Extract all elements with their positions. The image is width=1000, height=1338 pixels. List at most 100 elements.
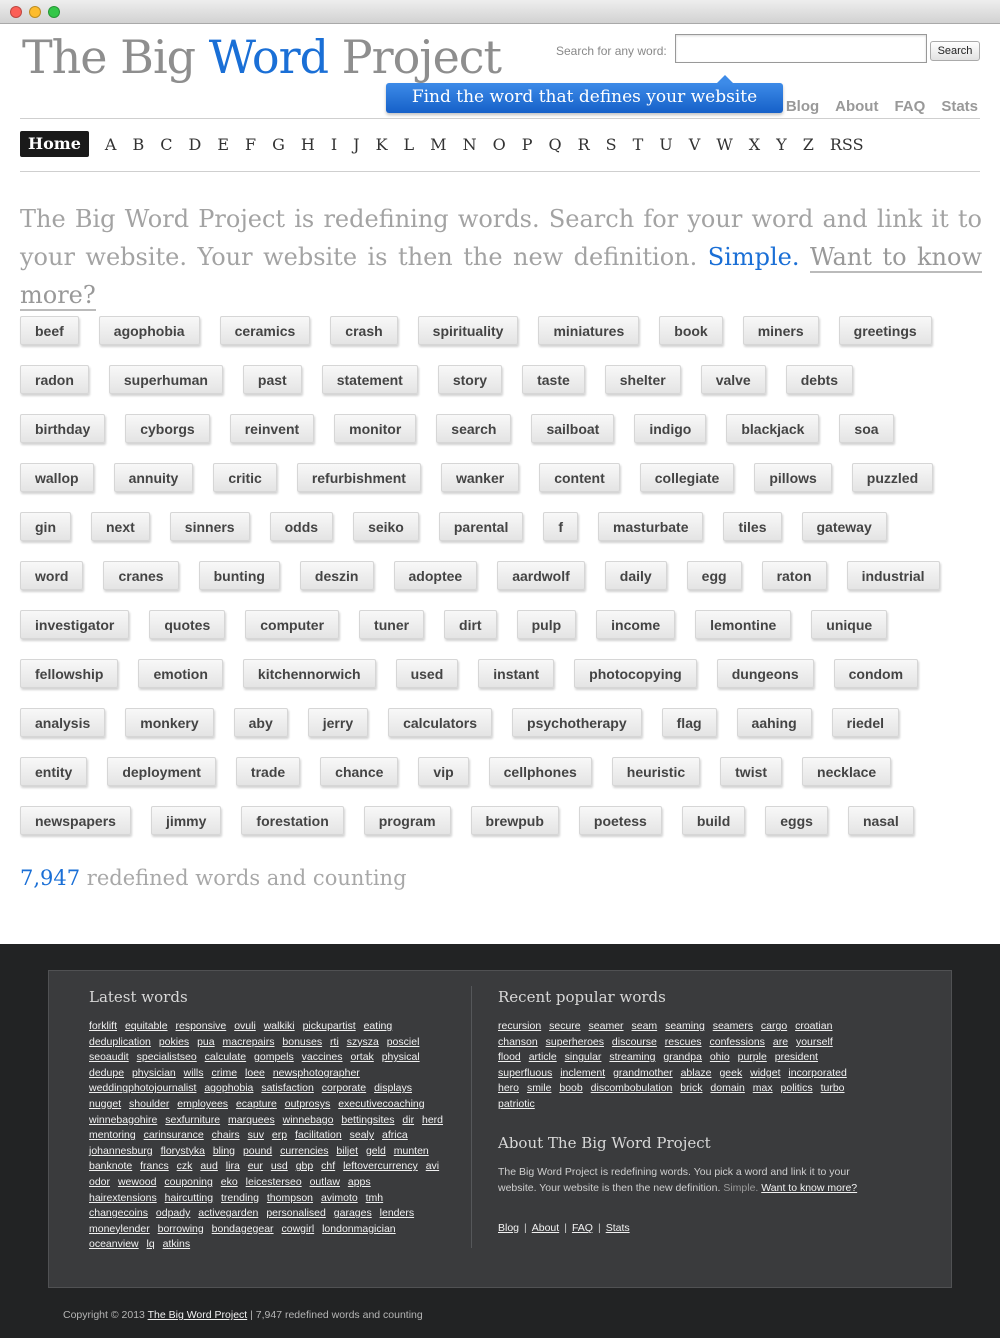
word-button[interactable]: trade: [235, 757, 301, 786]
word-button[interactable]: jimmy: [150, 806, 222, 835]
word-button[interactable]: riedel: [831, 708, 900, 737]
letter-x[interactable]: X: [749, 135, 760, 154]
footer-word-link[interactable]: winnebago: [283, 1114, 334, 1126]
word-button[interactable]: necklace: [802, 757, 892, 786]
footer-word-link[interactable]: eur: [248, 1160, 263, 1172]
word-button[interactable]: seiko: [353, 512, 419, 541]
word-button[interactable]: deployment: [107, 757, 216, 786]
word-button[interactable]: computer: [245, 610, 340, 639]
footer-word-link[interactable]: banknote: [89, 1160, 132, 1172]
letter-u[interactable]: U: [659, 135, 672, 154]
footer-word-link[interactable]: mentoring: [89, 1129, 136, 1141]
footer-word-link[interactable]: corporate: [322, 1082, 366, 1094]
footer-word-link[interactable]: ablaze: [681, 1067, 712, 1079]
footer-word-link[interactable]: ecapture: [236, 1098, 277, 1110]
letter-p[interactable]: P: [522, 135, 533, 154]
footer-word-link[interactable]: bettingsites: [341, 1114, 394, 1126]
footer-word-link[interactable]: londonmagician: [322, 1223, 396, 1235]
word-button[interactable]: entity: [20, 757, 88, 786]
word-button[interactable]: wanker: [440, 463, 520, 492]
footer-word-link[interactable]: macrepairs: [223, 1036, 275, 1048]
word-button[interactable]: f: [543, 512, 579, 541]
footer-word-link[interactable]: brick: [680, 1082, 702, 1094]
word-button[interactable]: critic: [213, 463, 277, 492]
word-button[interactable]: pulp: [516, 610, 577, 639]
footer-word-link[interactable]: cargo: [761, 1020, 787, 1032]
letter-h[interactable]: H: [301, 135, 315, 154]
letter-s[interactable]: S: [606, 135, 617, 154]
word-button[interactable]: collegiate: [639, 463, 735, 492]
footer-word-link[interactable]: czk: [177, 1160, 193, 1172]
letter-c[interactable]: C: [160, 135, 172, 154]
word-button[interactable]: crash: [330, 316, 398, 345]
footer-word-link[interactable]: suv: [248, 1129, 264, 1141]
word-button[interactable]: dirt: [444, 610, 497, 639]
word-button[interactable]: calculators: [388, 708, 493, 737]
word-button[interactable]: beef: [20, 316, 79, 345]
letter-v[interactable]: V: [689, 135, 701, 154]
footer-word-link[interactable]: ortak: [350, 1051, 373, 1063]
word-button[interactable]: raton: [761, 561, 827, 590]
word-button[interactable]: tuner: [359, 610, 425, 639]
footer-word-link[interactable]: president: [775, 1051, 818, 1063]
footer-word-link[interactable]: displays: [374, 1082, 412, 1094]
footer-word-link[interactable]: widget: [750, 1067, 780, 1079]
footer-word-link[interactable]: johannesburg: [89, 1145, 153, 1157]
nav-link-stats[interactable]: Stats: [941, 98, 978, 115]
letter-i[interactable]: I: [331, 135, 337, 154]
word-button[interactable]: statement: [321, 365, 418, 394]
word-button[interactable]: lemontine: [695, 610, 792, 639]
zoom-window-button[interactable]: [48, 6, 60, 18]
footer-word-link[interactable]: streaming: [609, 1051, 655, 1063]
word-button[interactable]: instant: [478, 659, 555, 688]
footer-word-link[interactable]: discourse: [612, 1036, 657, 1048]
footer-word-link[interactable]: purple: [738, 1051, 767, 1063]
footer-word-link[interactable]: forklift: [89, 1020, 117, 1032]
word-button[interactable]: monitor: [334, 414, 417, 443]
footer-word-link[interactable]: geek: [719, 1067, 742, 1079]
word-button[interactable]: dungeons: [716, 659, 814, 688]
nav-link-about[interactable]: About: [835, 98, 878, 115]
footer-word-link[interactable]: erp: [272, 1129, 287, 1141]
word-button[interactable]: flag: [661, 708, 717, 737]
footer-word-link[interactable]: geld: [366, 1145, 386, 1157]
word-button[interactable]: unique: [811, 610, 888, 639]
footer-word-link[interactable]: seamers: [713, 1020, 753, 1032]
footer-word-link[interactable]: grandpa: [663, 1051, 702, 1063]
copyright-link[interactable]: The Big Word Project: [148, 1309, 248, 1321]
footer-word-link[interactable]: seam: [631, 1020, 657, 1032]
footer-word-link[interactable]: changecoins: [89, 1207, 148, 1219]
footer-word-link[interactable]: yourself: [796, 1036, 833, 1048]
letter-f[interactable]: F: [245, 135, 256, 154]
footer-word-link[interactable]: haircutting: [165, 1192, 213, 1204]
footer-word-link[interactable]: responsive: [175, 1020, 226, 1032]
footer-word-link[interactable]: apps: [348, 1176, 371, 1188]
footer-word-link[interactable]: borrowing: [158, 1223, 204, 1235]
word-button[interactable]: indigo: [634, 414, 707, 443]
footer-word-link[interactable]: winnebagohire: [89, 1114, 157, 1126]
letter-l[interactable]: L: [404, 135, 415, 154]
footer-word-link[interactable]: pickupartist: [303, 1020, 356, 1032]
footer-word-link[interactable]: crime: [211, 1067, 237, 1079]
footer-word-link[interactable]: moneylender: [89, 1223, 150, 1235]
footer-word-link[interactable]: employees: [177, 1098, 228, 1110]
footer-word-link[interactable]: florystyka: [161, 1145, 205, 1157]
word-button[interactable]: valve: [700, 365, 766, 394]
letter-w[interactable]: W: [716, 135, 732, 154]
letter-j[interactable]: J: [353, 135, 359, 154]
word-button[interactable]: agophobia: [98, 316, 200, 345]
word-button[interactable]: sinners: [169, 512, 250, 541]
letter-g[interactable]: G: [272, 135, 285, 154]
footer-word-link[interactable]: oceanview: [89, 1238, 139, 1250]
footer-word-link[interactable]: avi: [426, 1160, 439, 1172]
word-button[interactable]: past: [242, 365, 302, 394]
footer-word-link[interactable]: garages: [334, 1207, 372, 1219]
footer-word-link[interactable]: turbo: [821, 1082, 845, 1094]
footer-word-link[interactable]: specialistseo: [137, 1051, 197, 1063]
word-button[interactable]: aby: [233, 708, 288, 737]
word-button[interactable]: poetess: [578, 806, 662, 835]
footer-word-link[interactable]: pound: [243, 1145, 272, 1157]
letter-a[interactable]: A: [105, 135, 117, 154]
footer-word-link[interactable]: eating: [364, 1020, 393, 1032]
footer-word-link[interactable]: smile: [527, 1082, 552, 1094]
